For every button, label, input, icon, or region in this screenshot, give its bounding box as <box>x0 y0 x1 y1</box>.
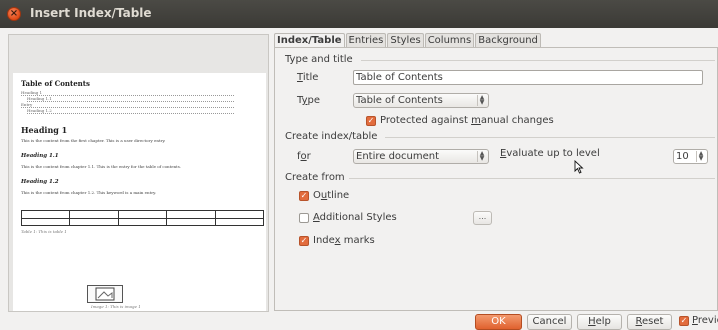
additional-styles-label: Additional Styles <box>313 212 397 223</box>
protected-checkbox[interactable]: ✓ <box>366 116 376 126</box>
create-index-heading: Create index/table <box>285 131 378 142</box>
for-label: for <box>297 151 311 162</box>
level-value: 10 <box>676 151 689 162</box>
additional-styles-checkbox[interactable] <box>299 213 309 223</box>
outline-label: Outline <box>313 190 350 201</box>
help-button[interactable]: Help <box>577 314 622 330</box>
preview-heading-1: Heading 1 <box>21 125 68 135</box>
assign-styles-button[interactable]: ... <box>473 211 492 225</box>
picture-icon <box>95 287 115 301</box>
ok-button[interactable]: OK <box>475 314 522 330</box>
preview-label: Preview <box>692 315 718 326</box>
create-from-heading: Create from <box>285 172 345 183</box>
protected-label: Protected against manual changes <box>380 115 554 126</box>
type-select-value: Table of Contents <box>356 95 443 106</box>
index-marks-label: Index marks <box>313 235 375 246</box>
preview-page: Table of Contents Heading 1 Heading 1.1 … <box>13 73 266 311</box>
preview-paragraph: This is the content from chapter 1.1. Th… <box>21 164 182 169</box>
separator <box>385 137 715 138</box>
reset-button[interactable]: Reset <box>627 314 672 330</box>
tab-styles[interactable]: Styles <box>387 33 424 47</box>
separator <box>361 60 715 61</box>
preview-paragraph: This is the content from the first chapt… <box>21 138 166 143</box>
preview-table-caption: Table 1: This is table 1 <box>21 229 67 234</box>
preview-checkbox[interactable]: ✓ <box>679 316 689 326</box>
cancel-button[interactable]: Cancel <box>527 314 572 330</box>
preview-heading-1-1: Heading 1.1 <box>21 153 59 159</box>
evaluate-label: Evaluate up to level <box>500 148 600 159</box>
preview-heading-1-2: Heading 1.2 <box>21 179 59 185</box>
type-and-title-heading: Type and title <box>285 54 353 65</box>
tab-entries[interactable]: Entries <box>345 33 387 47</box>
preview-image <box>87 285 123 303</box>
preview-table <box>21 210 264 226</box>
separator <box>349 178 715 179</box>
title-input[interactable] <box>353 70 703 85</box>
index-marks-checkbox[interactable]: ✓ <box>299 236 309 246</box>
mouse-cursor-icon <box>574 160 584 174</box>
title-bar: × Insert Index/Table <box>0 0 718 28</box>
tab-bar: Index/Table Entries Styles Columns Backg… <box>274 33 542 47</box>
type-label: Type <box>297 95 320 106</box>
tab-background[interactable]: Background <box>475 33 541 47</box>
tab-columns[interactable]: Columns <box>424 33 475 47</box>
spin-arrows-icon: ▲ ▼ <box>477 95 486 106</box>
spin-arrows-icon: ▲ ▼ <box>696 151 705 162</box>
type-select[interactable]: Table of Contents ▲ ▼ <box>353 93 489 108</box>
level-spinner[interactable]: 10 ▲ ▼ <box>673 149 708 164</box>
preview-image-caption: Image 1: This is image 1 <box>91 304 141 309</box>
outline-checkbox[interactable]: ✓ <box>299 191 309 201</box>
window-title: Insert Index/Table <box>30 6 152 20</box>
spin-arrows-icon: ▲ ▼ <box>477 151 486 162</box>
preview-toc-entry: Heading 1.2 <box>27 108 234 114</box>
close-icon[interactable]: × <box>7 7 21 21</box>
preview-toc-title: Table of Contents <box>21 79 90 88</box>
for-select[interactable]: Entire document ▲ ▼ <box>353 149 489 164</box>
for-select-value: Entire document <box>356 151 440 162</box>
preview-paragraph: This is the content from chapter 1.2. Th… <box>21 190 157 195</box>
tab-index-table[interactable]: Index/Table <box>274 33 345 47</box>
preview-pane: Table of Contents Heading 1 Heading 1.1 … <box>8 34 269 312</box>
title-label: Title <box>297 72 319 83</box>
